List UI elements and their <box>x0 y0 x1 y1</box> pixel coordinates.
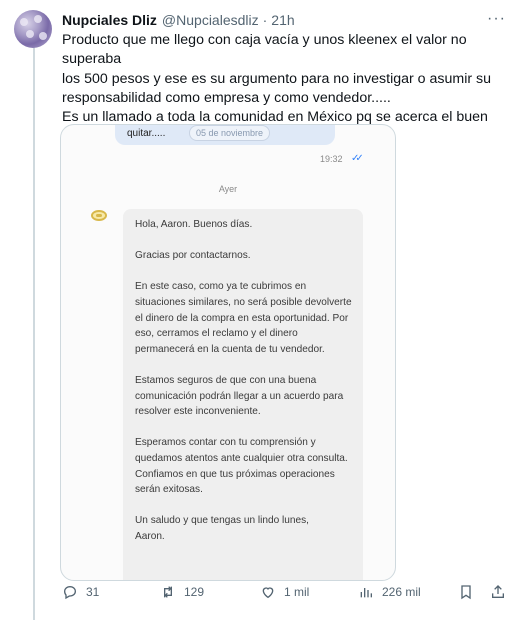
reply-button[interactable]: 31 <box>62 583 99 601</box>
views-icon <box>360 588 372 598</box>
like-button[interactable]: 1 mil <box>260 583 309 601</box>
message-time: 19:32 <box>320 154 343 164</box>
tweet-age[interactable]: 21h <box>271 12 294 28</box>
like-count: 1 mil <box>284 585 310 599</box>
tweet-text-line: responsabilidad como empresa y como vend… <box>62 89 391 106</box>
share-icon <box>492 585 504 598</box>
tweet-header: Nupciales Dliz @Nupcialesdliz · 21h <box>62 10 295 30</box>
like-icon <box>262 587 274 599</box>
message-paragraph: En este caso, como ya te cubrimos en sit… <box>135 281 352 355</box>
thread-line <box>33 44 35 620</box>
avatar[interactable] <box>14 10 52 48</box>
reply-icon <box>63 585 77 600</box>
message-paragraph: Estamos seguros de que con una buena com… <box>135 374 344 418</box>
repost-icon <box>164 586 172 598</box>
day-separator: Ayer <box>218 184 238 194</box>
message-paragraph: Hola, Aaron. Buenos días. <box>135 219 253 230</box>
previous-message-date: 05 de noviembre <box>189 125 271 141</box>
views-button[interactable]: 226 mil <box>358 583 421 601</box>
support-message-text: Hola, Aaron. Buenos días. Gracias por co… <box>135 217 353 560</box>
repost-count: 129 <box>184 585 205 599</box>
views-count: 226 mil <box>382 585 421 599</box>
message-paragraph: Esperamos contar con tu comprensión y qu… <box>135 437 348 496</box>
more-icon[interactable]: ··· <box>487 10 506 28</box>
tweet-text-line: los 500 pesos y ese es su argumento para… <box>62 70 492 87</box>
message-paragraph: Gracias por contactarnos. <box>135 250 251 262</box>
author-name[interactable]: Nupciales Dliz <box>62 12 157 28</box>
tweet-text-line: Producto que me llego con caja vacía y u… <box>62 32 467 68</box>
read-checks-icon: ✓✓ <box>351 153 364 164</box>
tweet-actions: 31 129 1 mil 226 mil <box>62 583 506 601</box>
bookmark-icon <box>461 585 471 600</box>
tweet[interactable]: Nupciales Dliz @Nupcialesdliz · 21h ··· … <box>0 0 522 620</box>
separator: · <box>262 12 268 28</box>
attached-screenshot[interactable]: quitar..... 05 de noviembre 19:32 ✓✓ Aye… <box>60 124 396 581</box>
reply-count: 31 <box>86 585 100 599</box>
repost-button[interactable]: 129 <box>160 583 204 601</box>
bookmark-button[interactable] <box>458 583 474 601</box>
author-handle[interactable]: @Nupcialesdliz <box>162 12 259 28</box>
message-paragraph: Un saludo y que tengas un lindo lunes, A… <box>135 515 309 542</box>
share-button[interactable] <box>490 583 506 601</box>
previous-message-snippet: quitar..... <box>127 128 166 139</box>
seller-support-icon <box>91 210 107 221</box>
